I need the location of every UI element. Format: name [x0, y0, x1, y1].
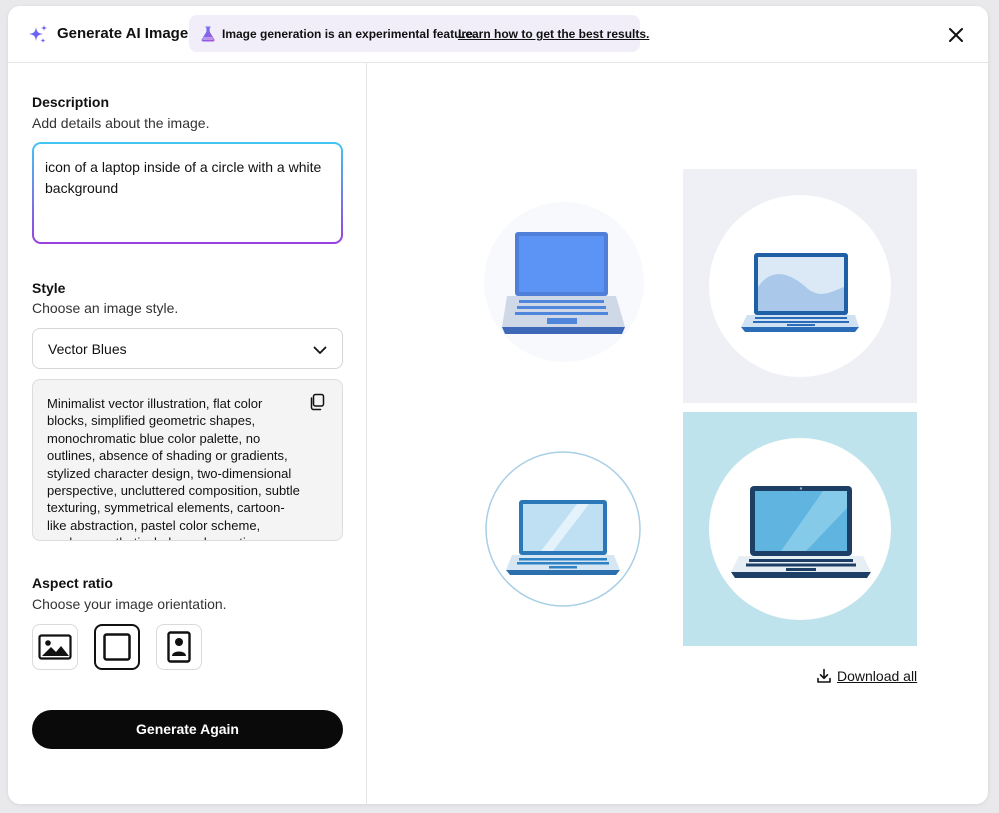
- style-selected-value: Vector Blues: [48, 341, 127, 357]
- generated-image-3[interactable]: [449, 412, 683, 646]
- copy-icon[interactable]: [308, 393, 326, 411]
- portrait-icon: [167, 631, 191, 663]
- aspect-portrait-button[interactable]: [156, 624, 202, 670]
- aspect-ratio-heading: Aspect ratio: [32, 575, 113, 591]
- generate-again-button[interactable]: Generate Again: [32, 710, 343, 749]
- aspect-landscape-button[interactable]: [32, 624, 78, 670]
- aspect-ratio-subheading: Choose your image orientation.: [32, 596, 227, 612]
- style-select[interactable]: Vector Blues: [32, 328, 343, 369]
- description-text: icon of a laptop inside of a circle with…: [45, 159, 322, 196]
- style-subheading: Choose an image style.: [32, 300, 179, 316]
- chevron-down-icon: [313, 346, 327, 354]
- generated-image-4[interactable]: [683, 412, 917, 646]
- generated-image-2[interactable]: [683, 169, 917, 403]
- experimental-banner: Image generation is an experimental feat…: [189, 15, 649, 52]
- description-heading: Description: [32, 94, 110, 110]
- generate-ai-image-dialog: Generate AI Image Image generation is an…: [8, 6, 988, 804]
- banner-message: Image generation is an experimental feat…: [222, 27, 477, 41]
- download-all-label: Download all: [837, 668, 918, 684]
- best-results-link[interactable]: Learn how to get the best results.: [458, 27, 649, 41]
- landscape-icon: [38, 634, 72, 660]
- square-icon: [103, 633, 131, 661]
- style-heading: Style: [32, 280, 66, 296]
- dialog-header: Generate AI Image Image generation is an…: [8, 6, 988, 63]
- dialog-title: Generate AI Image: [57, 25, 189, 42]
- close-icon[interactable]: [944, 23, 968, 47]
- sparkle-icon: [29, 25, 47, 43]
- generated-image-1[interactable]: [449, 169, 683, 403]
- style-prompt-text: Minimalist vector illustration, flat col…: [47, 396, 300, 540]
- settings-panel: Description Add details about the image.…: [8, 63, 367, 804]
- results-panel: Download all: [367, 63, 988, 804]
- flask-icon: [201, 26, 215, 42]
- description-input[interactable]: icon of a laptop inside of a circle with…: [32, 142, 343, 244]
- style-prompt-box[interactable]: Minimalist vector illustration, flat col…: [32, 379, 343, 541]
- description-subheading: Add details about the image.: [32, 115, 210, 131]
- aspect-square-button[interactable]: [94, 624, 140, 670]
- download-icon: [817, 668, 831, 683]
